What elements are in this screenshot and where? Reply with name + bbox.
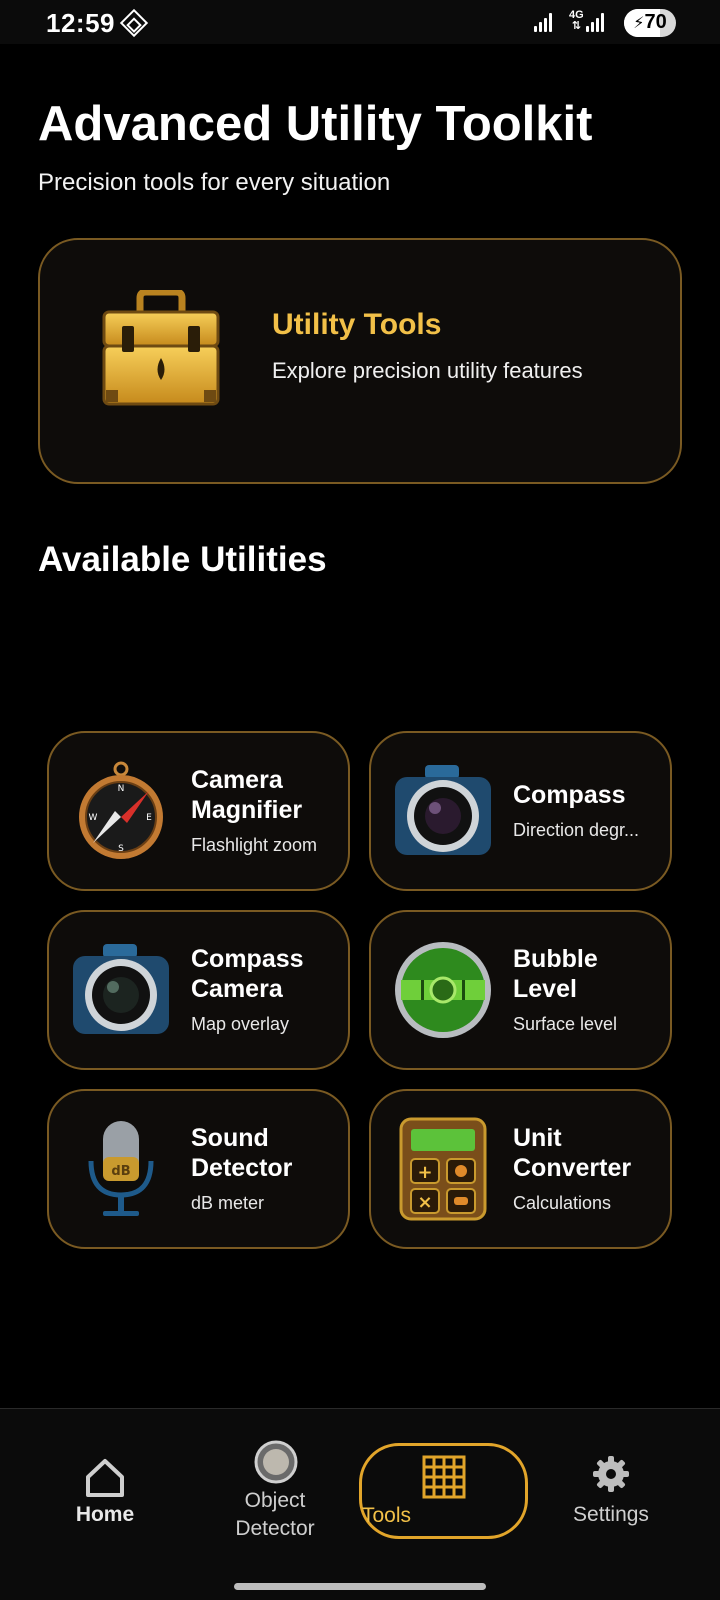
- section-title: Available Utilities: [38, 540, 327, 579]
- toolbox-icon: [102, 290, 220, 406]
- svg-text:+: +: [417, 1162, 432, 1183]
- status-time: 12:59: [46, 8, 115, 38]
- utility-card-compass[interactable]: Compass Direction degr...: [369, 731, 672, 891]
- utility-card-bubble-level[interactable]: Bubble Level Surface level: [369, 910, 672, 1070]
- svg-text:S: S: [118, 844, 124, 854]
- signal-strength-icon: [584, 12, 606, 32]
- object-detector-icon: [254, 1440, 298, 1484]
- camera-icon: [395, 765, 491, 855]
- svg-text:dB: dB: [111, 1164, 130, 1179]
- svg-text:N: N: [118, 784, 125, 794]
- utility-tools-card[interactable]: Utility Tools Explore precision utility …: [38, 238, 682, 484]
- bottom-navigation: Home Object Detector Tools Settings: [0, 1408, 720, 1600]
- utility-subtitle: Direction degr...: [513, 820, 640, 840]
- page-subtitle: Precision tools for every situation: [38, 169, 391, 196]
- utility-card-camera-magnifier[interactable]: N S W E Camera Magnifier Flashlight zoom: [47, 731, 350, 891]
- microphone-icon: dB: [88, 1121, 154, 1216]
- compass-icon: N S W E: [79, 761, 163, 859]
- home-indicator[interactable]: [234, 1583, 486, 1590]
- svg-text:×: ×: [417, 1192, 432, 1213]
- signal-strength-icon: [532, 12, 554, 32]
- battery-indicator: ⚡70: [624, 9, 676, 37]
- utility-card-unit-converter[interactable]: + × Unit Converter Calculations: [369, 1089, 672, 1249]
- utility-subtitle: Flashlight zoom: [191, 835, 318, 855]
- calculator-icon: + ×: [399, 1117, 487, 1221]
- utility-tools-description: Explore precision utility features: [272, 358, 583, 383]
- grid-icon: [422, 1455, 466, 1499]
- svg-text:W: W: [89, 813, 98, 823]
- bubble-level-icon: [395, 942, 491, 1038]
- utility-title: Camera Magnifier: [191, 766, 303, 824]
- gear-icon: [593, 1456, 629, 1492]
- battery-percentage: ⚡70: [633, 11, 667, 33]
- utility-card-sound-detector[interactable]: dB Sound Detector dB meter: [47, 1089, 350, 1249]
- nav-label: Tools: [362, 1504, 412, 1527]
- utility-title: Unit Converter: [513, 1124, 632, 1182]
- nav-home[interactable]: Home: [50, 1409, 160, 1559]
- network-type-label: 4G ⇅: [569, 9, 584, 32]
- nav-label: Home: [75, 1503, 135, 1526]
- nav-label: Object Detector: [235, 1489, 315, 1540]
- nav-settings[interactable]: Settings: [556, 1409, 666, 1559]
- utility-title: Compass: [513, 781, 626, 809]
- utility-title: Compass Camera: [191, 945, 304, 1003]
- nav-label: Settings: [573, 1503, 649, 1526]
- nav-object-detector[interactable]: Object Detector: [215, 1409, 335, 1559]
- utility-subtitle: Map overlay: [191, 1014, 290, 1034]
- camera-icon: [73, 944, 169, 1034]
- utility-tools-title: Utility Tools: [272, 308, 442, 341]
- svg-text:E: E: [146, 813, 152, 823]
- charging-bolt-icon: ⚡: [633, 15, 645, 32]
- notification-diamond-icon: [119, 8, 149, 38]
- page-title: Advanced Utility Toolkit: [38, 97, 593, 151]
- nav-tools[interactable]: Tools: [359, 1443, 528, 1539]
- utility-title: Sound Detector: [191, 1124, 293, 1182]
- utility-subtitle: Calculations: [513, 1193, 612, 1213]
- utility-card-compass-camera[interactable]: Compass Camera Map overlay: [47, 910, 350, 1070]
- status-bar: 12:59 4G ⇅ ⚡70: [0, 0, 720, 44]
- home-icon: [86, 1459, 124, 1497]
- utility-subtitle: Surface level: [513, 1014, 618, 1034]
- utility-subtitle: dB meter: [191, 1193, 265, 1213]
- utility-title: Bubble Level: [513, 945, 598, 1003]
